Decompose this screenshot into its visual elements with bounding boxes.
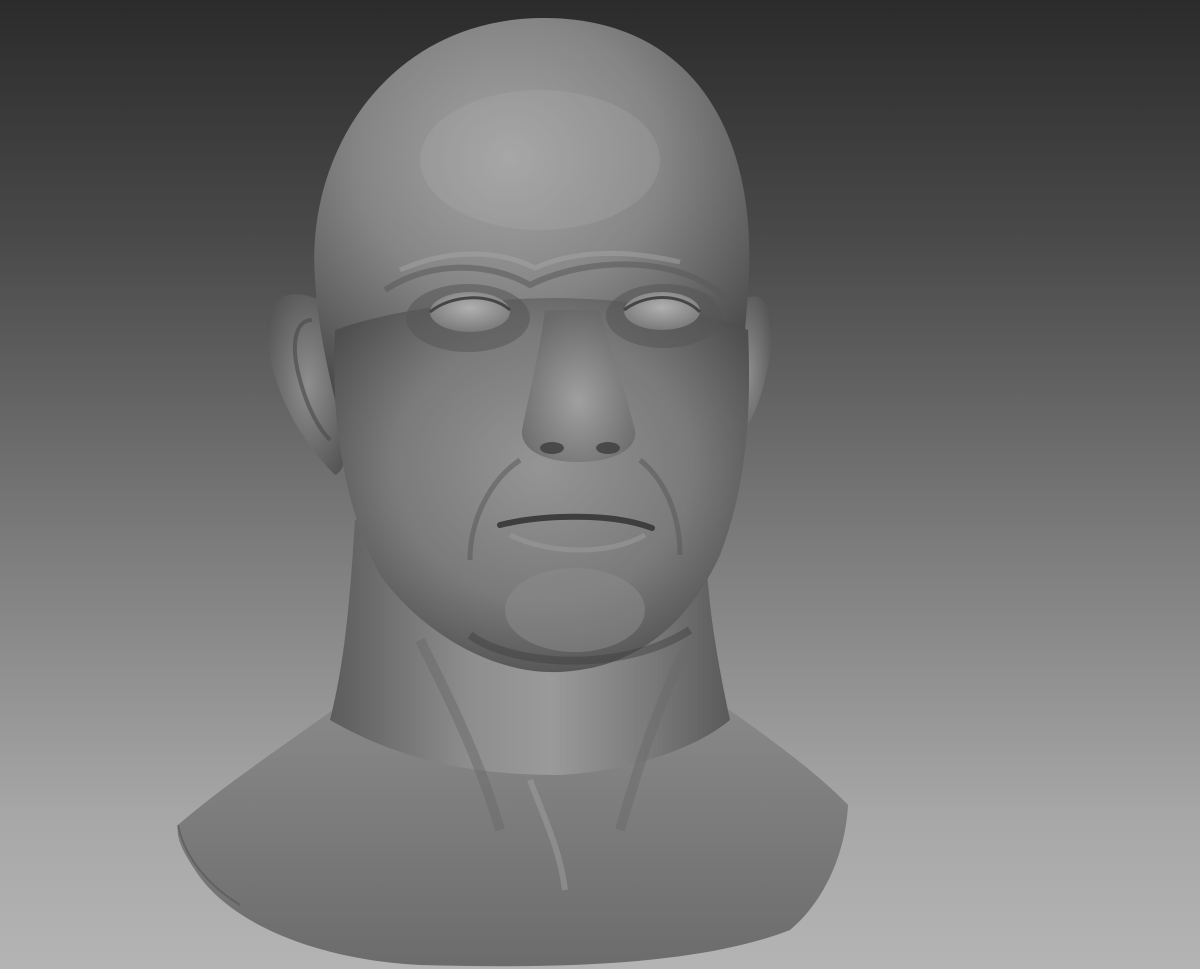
sculpt-viewport[interactable]	[0, 0, 1200, 969]
sculpted-head-icon[interactable]	[0, 0, 1200, 969]
chin	[505, 568, 645, 652]
